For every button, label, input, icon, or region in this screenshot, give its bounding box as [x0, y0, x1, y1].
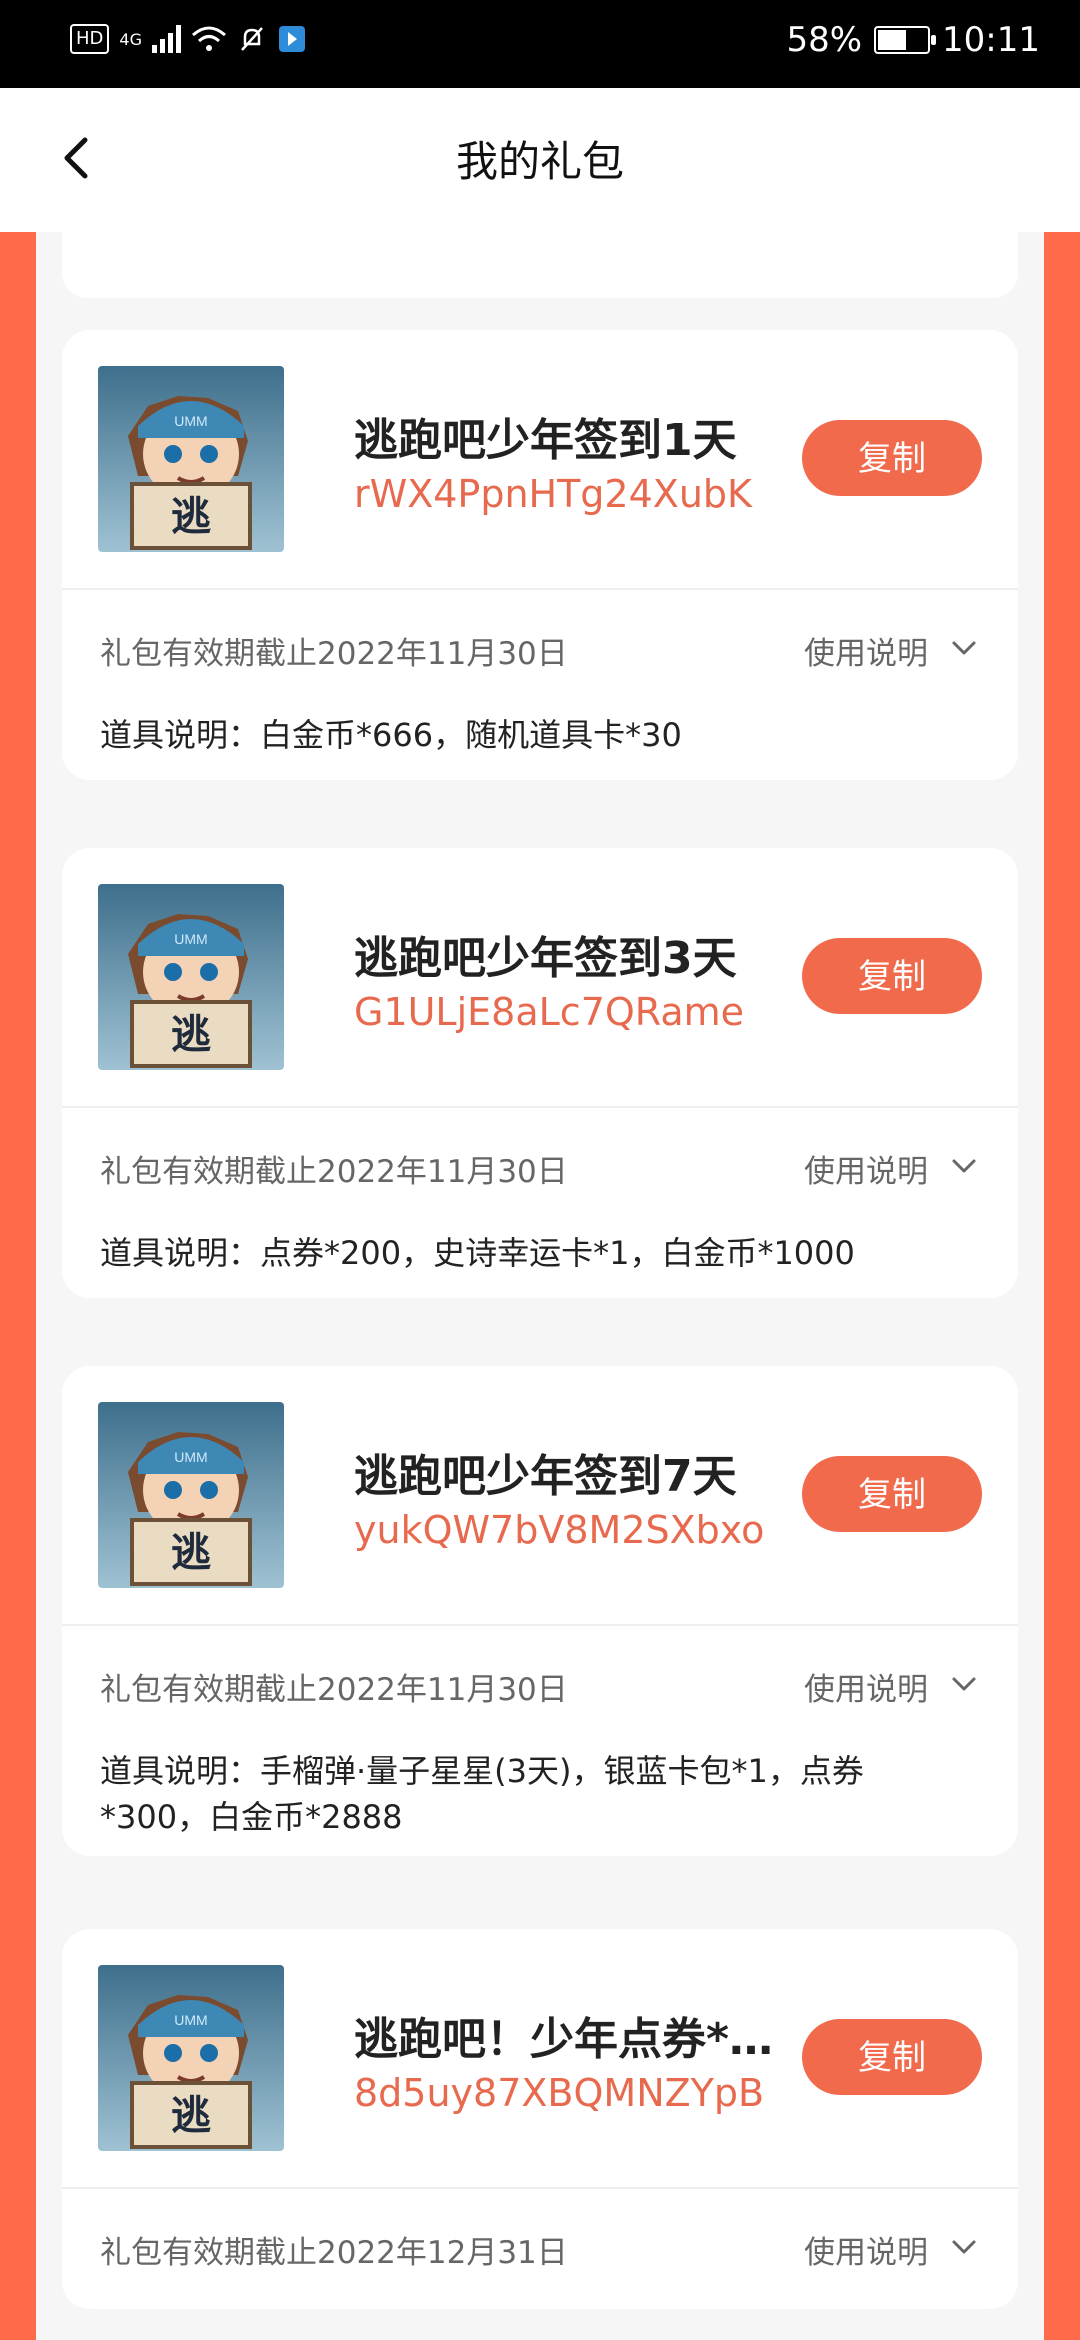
game-avatar: UMM 逃 [98, 884, 284, 1070]
battery-icon [874, 26, 937, 54]
status-icons-right: 58% 10:11 [786, 20, 1040, 60]
expire-date: 礼包有效期截止2022年11月30日 [100, 1672, 568, 1708]
item-description: 道具说明：手榴弹·量子星星(3天)，银蓝卡包*1，点券*300，白金币*2888 [100, 1752, 864, 1836]
previous-card-fragment [62, 232, 1018, 298]
usage-instructions-toggle[interactable]: 使用说明 [804, 2227, 928, 2272]
copy-button[interactable]: 复制 [802, 938, 982, 1014]
copy-button[interactable]: 复制 [802, 2019, 982, 2095]
copy-button[interactable]: 复制 [802, 420, 982, 496]
chevron-down-icon[interactable] [950, 1670, 978, 1698]
gift-card: UMM 逃 逃跑吧少年签到7天 yukQW7bV8M2SXbxo 复制 礼包有效… [62, 1366, 1018, 1856]
gift-card-header: UMM 逃 逃跑吧少年签到3天 G1ULjE8aLc7QRame 复制 [62, 848, 1018, 1108]
svg-text:逃: 逃 [171, 2093, 211, 2139]
game-avatar: UMM 逃 [98, 1402, 284, 1588]
gift-title: 逃跑吧少年签到1天 [354, 415, 737, 466]
gift-card: UMM 逃 逃跑吧少年签到3天 G1ULjE8aLc7QRame 复制 礼包有效… [62, 848, 1018, 1298]
svg-text:逃: 逃 [171, 1530, 211, 1576]
expire-date: 礼包有效期截止2022年11月30日 [100, 1154, 568, 1190]
mute-bell-icon [237, 24, 267, 54]
wifi-icon [191, 25, 227, 53]
battery-percent: 58% [786, 20, 863, 60]
signal-icon [151, 25, 181, 53]
gift-code: 8d5uy87XBQMNZYpB [354, 2071, 765, 2115]
gift-title: 逃跑吧少年签到3天 [354, 933, 737, 984]
gift-card-info: 礼包有效期截止2022年11月30日 使用说明 道具说明：手榴弹·量子星星(3天… [62, 1626, 1018, 1856]
gift-card-header: UMM 逃 逃跑吧少年签到1天 rWX4PpnHTg24XubK 复制 [62, 330, 1018, 590]
chevron-down-icon[interactable] [950, 2233, 978, 2261]
gift-card-header: UMM 逃 逃跑吧！少年点券*… 8d5uy87XBQMNZYpB 复制 [62, 1929, 1018, 2189]
gift-title: 逃跑吧！少年点券*… [354, 2014, 774, 2065]
item-description: 道具说明：点券*200，史诗幸运卡*1，白金币*1000 [100, 1234, 855, 1272]
app-header: 我的礼包 [0, 88, 1080, 232]
svg-text:UMM: UMM [174, 1449, 207, 1465]
item-description: 道具说明：白金币*666，随机道具卡*30 [100, 716, 682, 754]
svg-text:UMM: UMM [174, 931, 207, 947]
game-avatar: UMM 逃 [98, 1965, 284, 2151]
gift-card: UMM 逃 逃跑吧少年签到1天 rWX4PpnHTg24XubK 复制 礼包有效… [62, 330, 1018, 780]
gift-code: G1ULjE8aLc7QRame [354, 990, 745, 1034]
status-bar: HD 4G 58% 10:11 [0, 0, 1080, 88]
network-type: 4G [119, 29, 142, 49]
copy-button[interactable]: 复制 [802, 1456, 982, 1532]
gift-code: rWX4PpnHTg24XubK [354, 472, 752, 516]
gift-card-info: 礼包有效期截止2022年11月30日 使用说明 道具说明：点券*200，史诗幸运… [62, 1108, 1018, 1298]
gift-card-header: UMM 逃 逃跑吧少年签到7天 yukQW7bV8M2SXbxo 复制 [62, 1366, 1018, 1626]
gift-title: 逃跑吧少年签到7天 [354, 1451, 737, 1502]
svg-text:逃: 逃 [171, 1012, 211, 1058]
svg-text:UMM: UMM [174, 413, 207, 429]
hd-badge: HD [70, 24, 110, 54]
gift-code: yukQW7bV8M2SXbxo [354, 1508, 765, 1552]
status-icons-left: HD 4G [70, 24, 307, 54]
usage-instructions-toggle[interactable]: 使用说明 [804, 1664, 928, 1709]
app-icon [277, 24, 307, 54]
clock: 10:11 [942, 20, 1040, 60]
gift-list[interactable]: UMM 逃 逃跑吧少年签到1天 rWX4PpnHTg24XubK 复制 礼包有效… [36, 232, 1044, 2340]
usage-instructions-toggle[interactable]: 使用说明 [804, 1146, 928, 1191]
svg-text:逃: 逃 [171, 494, 211, 540]
chevron-down-icon[interactable] [950, 634, 978, 662]
expire-date: 礼包有效期截止2022年12月31日 [100, 2235, 568, 2271]
usage-instructions-toggle[interactable]: 使用说明 [804, 628, 928, 673]
game-avatar: UMM 逃 [98, 366, 284, 552]
gift-card: UMM 逃 逃跑吧！少年点券*… 8d5uy87XBQMNZYpB 复制 礼包有… [62, 1929, 1018, 2309]
gift-card-info: 礼包有效期截止2022年11月30日 使用说明 道具说明：白金币*666，随机道… [62, 590, 1018, 780]
svg-text:UMM: UMM [174, 2012, 207, 2028]
gift-card-info: 礼包有效期截止2022年12月31日 使用说明 [62, 2189, 1018, 2309]
chevron-down-icon[interactable] [950, 1152, 978, 1180]
expire-date: 礼包有效期截止2022年11月30日 [100, 636, 568, 672]
page-title: 我的礼包 [455, 137, 624, 186]
